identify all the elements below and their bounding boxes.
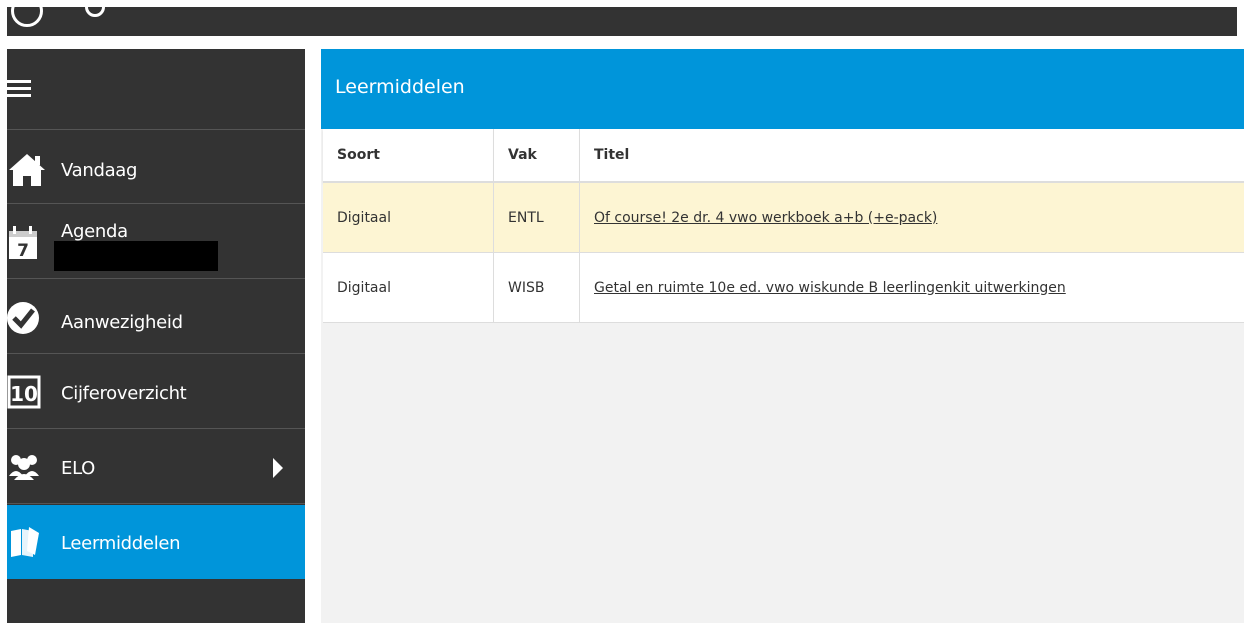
cell-titel: Of course! 2e dr. 4 vwo werkboek a+b (+e…	[579, 182, 1244, 253]
sidebar-item-label: Agenda	[61, 221, 128, 242]
main-panel: Leermiddelen Soort Vak Titel Digitaal EN…	[321, 49, 1244, 623]
table-row[interactable]: Digitaal WISB Getal en ruimte 10e ed. vw…	[323, 252, 1244, 323]
cell-titel: Getal en ruimte 10e ed. vwo wiskunde B l…	[579, 252, 1244, 323]
cell-vak: WISB	[493, 252, 580, 323]
sidebar-item-vandaag[interactable]: Vandaag	[7, 130, 305, 204]
sidebar: Vandaag 7 Agenda Aanwezigheid 10 Cijfero…	[7, 49, 305, 623]
column-header-vak[interactable]: Vak	[493, 129, 580, 183]
sidebar-item-label: Cijferoverzicht	[61, 383, 187, 404]
column-header-titel[interactable]: Titel	[579, 129, 1244, 183]
sidebar-item-label: Aanwezigheid	[61, 312, 183, 333]
logo-icon	[11, 7, 43, 27]
redacted-block	[54, 241, 218, 271]
sidebar-item-label: Leermiddelen	[61, 533, 181, 554]
sidebar-item-label: Vandaag	[61, 160, 138, 181]
home-icon	[9, 154, 45, 186]
hamburger-icon[interactable]	[7, 80, 31, 98]
page-title: Leermiddelen	[335, 76, 465, 98]
sidebar-item-leermiddelen[interactable]: Leermiddelen	[7, 505, 305, 579]
sidebar-item-label: ELO	[61, 458, 96, 479]
sidebar-item-agenda[interactable]: 7 Agenda	[7, 205, 305, 279]
cell-soort: Digitaal	[323, 252, 494, 323]
grade-icon: 10	[7, 375, 41, 409]
sidebar-item-elo[interactable]: ELO	[7, 430, 305, 504]
resources-table: Soort Vak Titel Digitaal ENTL Of course!…	[323, 129, 1244, 323]
menu-toggle[interactable]	[7, 49, 305, 130]
sidebar-item-aanwezigheid[interactable]: Aanwezigheid	[7, 280, 305, 354]
svg-text:7: 7	[17, 241, 29, 261]
cell-vak: ENTL	[493, 182, 580, 253]
calendar-icon: 7	[9, 226, 37, 261]
resource-title-link[interactable]: Getal en ruimte 10e ed. vwo wiskunde B l…	[594, 280, 1066, 296]
chevron-right-icon[interactable]	[273, 458, 283, 478]
sidebar-item-cijferoverzicht[interactable]: 10 Cijferoverzicht	[7, 355, 305, 429]
table-header-row: Soort Vak Titel	[323, 129, 1244, 183]
logo-mark-icon	[85, 7, 105, 17]
top-bar	[7, 7, 1237, 36]
checkmark-icon	[7, 302, 39, 334]
panel-header: Leermiddelen	[321, 49, 1244, 129]
svg-text:10: 10	[10, 382, 38, 406]
cell-soort: Digitaal	[323, 182, 494, 253]
books-icon	[11, 527, 39, 557]
people-icon	[9, 455, 39, 480]
resource-title-link[interactable]: Of course! 2e dr. 4 vwo werkboek a+b (+e…	[594, 210, 937, 226]
table-row[interactable]: Digitaal ENTL Of course! 2e dr. 4 vwo we…	[323, 182, 1244, 253]
column-header-soort[interactable]: Soort	[323, 129, 494, 183]
